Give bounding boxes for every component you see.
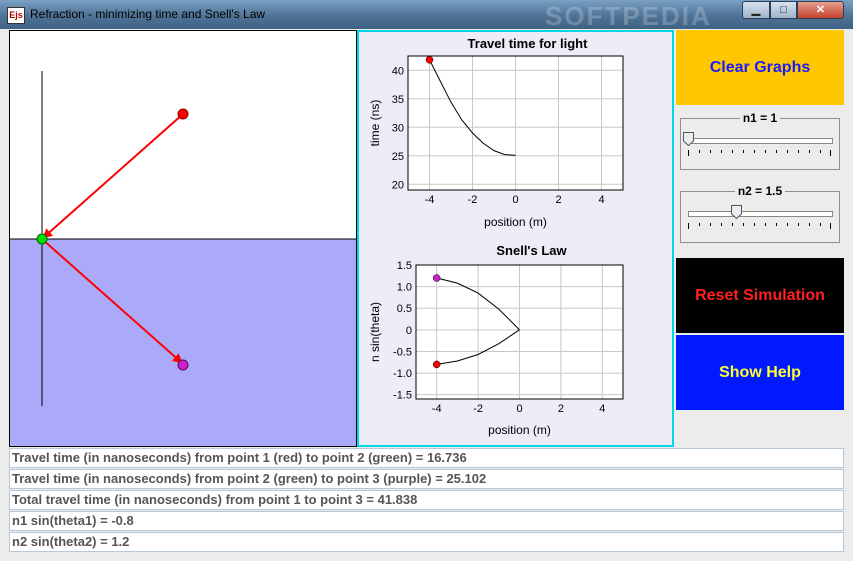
n2-slider-label-text: n2 = 1.5 (734, 184, 786, 198)
travel-time-y-tick-label: 35 (392, 94, 404, 106)
close-button[interactable]: ✕ (797, 1, 844, 19)
snells-law-x-tick-label: 4 (599, 403, 605, 415)
snells-law-y-tick-label: -1.5 (393, 390, 412, 402)
plots-panel: -4 -2 0 2 4 20 25 30 35 40 Travel time for light po… (357, 30, 674, 447)
n2-slider-panel: n2 = 1.5 (676, 181, 844, 247)
info-line-time-1-2: Travel time (in nanoseconds) from point … (9, 448, 844, 468)
snells-law-marker-point (432, 360, 441, 369)
snells-law-y-tick-label: 1.0 (397, 282, 412, 294)
travel-time-y-tick-label: 40 (392, 65, 404, 77)
snells-law-y-axis-label: n sin(theta) (368, 302, 382, 362)
medium-1-region (10, 31, 356, 239)
travel-time-y-tick-label: 20 (392, 179, 404, 191)
snells-law-x-tick-label: -4 (432, 403, 442, 415)
info-line-time-2-3: Travel time (in nanoseconds) from point … (9, 469, 844, 489)
point-3-purple[interactable] (177, 359, 189, 371)
maximize-button[interactable]: □ (770, 1, 797, 19)
simulation-panel[interactable] (9, 30, 357, 447)
snells-law-y-tick-label: 0.5 (397, 303, 412, 315)
travel-time-y-tick-label: 25 (392, 151, 404, 163)
n2-slider-track[interactable] (688, 211, 833, 217)
reset-simulation-button[interactable]: Reset Simulation (676, 258, 844, 333)
travel-time-x-tick-label: 0 (512, 194, 518, 206)
simulation-canvas[interactable] (10, 31, 356, 446)
snells-law-x-axis-label: position (m) (488, 423, 551, 437)
minimize-button[interactable]: ▁ (742, 1, 770, 19)
travel-time-x-tick-label: -4 (425, 194, 435, 206)
show-help-button[interactable]: Show Help (676, 335, 844, 410)
info-line-total-time: Total travel time (in nanoseconds) from … (9, 490, 844, 510)
snells-law-y-tick-label: -0.5 (393, 346, 412, 358)
snells-law-y-tick-label: 0 (406, 325, 412, 337)
clear-graphs-button[interactable]: Clear Graphs (676, 30, 844, 105)
plots-canvas: -4 -2 0 2 42025303540Travel time for lightpo… (368, 36, 624, 437)
snells-law-x-tick-label: 2 (558, 403, 564, 415)
snells-law-marker-point (432, 274, 441, 282)
snells-law-y-tick-label: -1.0 (393, 368, 412, 380)
travel-time-x-tick-label: 4 (598, 194, 604, 206)
travel-time-chart-title: Travel time for light (468, 36, 589, 51)
snells-law-x-tick-label: -2 (473, 403, 483, 415)
travel-time-marker-point (425, 56, 434, 64)
medium-2-region (10, 239, 356, 446)
watermark: SOFTPEDIA (545, 1, 712, 31)
info-line-n1-sin: n1 sin(theta1) = -0.8 (9, 511, 844, 531)
n2-slider-frame (680, 191, 840, 243)
n1-slider-label-text: n1 = 1 (739, 111, 781, 125)
point-2-green[interactable] (36, 233, 48, 245)
info-line-n2-sin: n2 sin(theta2) = 1.2 (9, 532, 844, 552)
travel-time-x-tick-label: 2 (555, 194, 561, 206)
snells-law-chart-title: Snell's Law (496, 243, 567, 258)
n2-slider-thumb[interactable] (731, 205, 742, 219)
n2-slider-label: n2 = 1.5 (676, 184, 844, 198)
snells-law-x-tick-label: 0 (516, 403, 522, 415)
n1-slider-ticks (688, 150, 831, 156)
window-title-bar[interactable]: Ejs Refraction - minimizing time and Sne… (0, 0, 853, 31)
app-icon: Ejs (7, 7, 25, 24)
point-1-red[interactable] (177, 108, 189, 120)
window-title: Refraction - minimizing time and Snell's… (30, 7, 266, 21)
n2-slider-ticks (688, 223, 831, 229)
travel-time-x-axis-label: position (m) (484, 215, 547, 229)
n1-slider-label: n1 = 1 (676, 111, 844, 125)
snells-law-y-tick-label: 1.5 (397, 260, 412, 272)
travel-time-y-tick-label: 30 (392, 122, 404, 134)
travel-time-y-axis-label: time (ns) (368, 100, 382, 147)
travel-time-x-tick-label: -2 (468, 194, 478, 206)
n1-slider-frame (680, 118, 840, 170)
n1-slider-panel: n1 = 1 (676, 108, 844, 174)
n1-slider-track[interactable] (688, 138, 833, 144)
n1-slider-thumb[interactable] (683, 132, 694, 146)
